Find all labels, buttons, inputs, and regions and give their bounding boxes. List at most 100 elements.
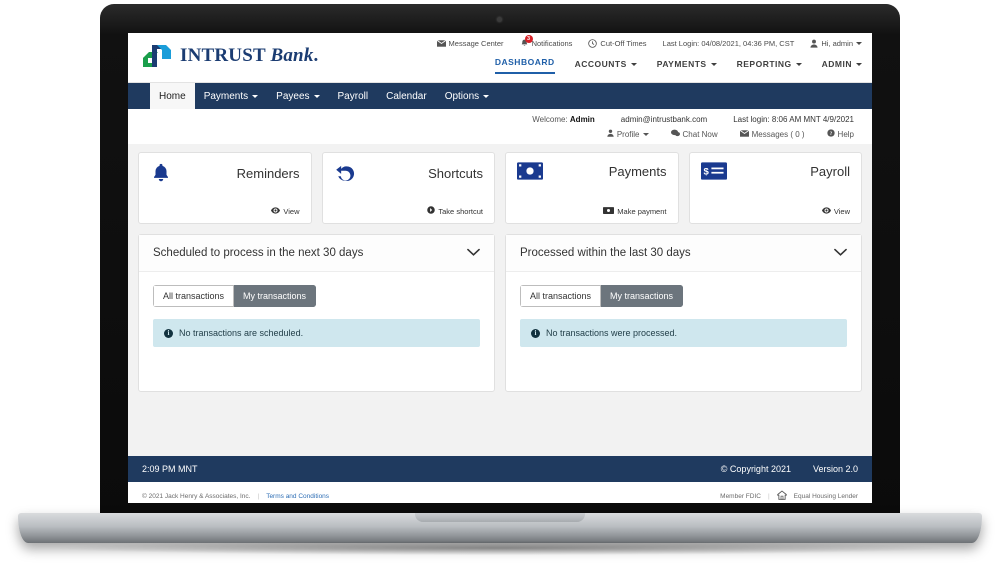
welcome-profile-link[interactable]: Profile [607,129,649,139]
nav-dashboard[interactable]: DASHBOARD [494,57,555,74]
nav-label: DASHBOARD [494,57,555,67]
card-action-label: View [833,207,850,216]
bell-icon [150,162,172,184]
info-icon: i [531,328,540,338]
envelope-icon [436,40,446,47]
transaction-panels: Scheduled to process in the next 30 days… [138,234,862,392]
subnav-label: Calendar [386,90,427,102]
house-icon [776,490,787,502]
bell-icon: 3 [520,35,533,48]
check-invoice-icon: $ [700,162,727,180]
panel-body: All transactions My transactions i No tr… [506,272,861,360]
panel-processed: Processed within the last 30 days All tr… [505,234,862,392]
subnav-payees[interactable]: Payees [267,83,328,109]
clock-icon [588,39,598,48]
link-label: Profile [616,129,640,139]
panel-header[interactable]: Scheduled to process in the next 30 days [139,235,494,272]
util-label: Message Center [448,39,504,48]
nav-reporting[interactable]: REPORTING [737,59,802,74]
footer-divider: | [767,492,770,500]
card-payments[interactable]: Payments Make payment [505,152,679,224]
utility-navigation: Message Center 3 Notifications Cut-Off T… [436,35,862,48]
browser-page: INTRUST Bank. Message Center 3 Notificat… [128,33,872,503]
help-icon: ? [826,129,835,139]
laptop-screen: INTRUST Bank. Message Center 3 Notificat… [128,33,872,503]
card-reminders[interactable]: Reminders View [138,152,312,224]
link-label: Help [837,129,854,139]
intrust-logo-mark [140,42,174,70]
laptop-shadow [60,541,940,555]
subnav-payroll[interactable]: Payroll [329,83,378,109]
card-title: Reminders [236,165,300,181]
subnav-label: Payroll [337,90,369,102]
chevron-down-icon [642,132,649,136]
welcome-chat-link[interactable]: Chat Now [670,129,718,139]
welcome-username: Admin [569,115,595,124]
primary-navigation: DASHBOARD ACCOUNTS PAYMENTS REPORTING AD… [494,57,862,74]
card-action-take-shortcut[interactable]: Take shortcut [427,206,483,216]
footer-copyright: © Copyright 2021 [720,464,791,474]
chat-icon [670,129,680,139]
util-cut-off-times[interactable]: Cut-Off Times [588,39,647,48]
svg-text:?: ? [829,131,832,137]
nav-label: ACCOUNTS [574,59,627,69]
tab-all-transactions[interactable]: All transactions [520,285,602,307]
panel-header[interactable]: Processed within the last 30 days [506,235,861,272]
card-action-make-payment[interactable]: Make payment [603,207,667,216]
footer-version: Version 2.0 [812,464,858,474]
arrow-circle-right-icon [427,206,436,216]
equal-housing-text: Equal Housing Lender [793,492,858,500]
chevron-down-icon [856,62,862,66]
util-label: Notifications [531,39,573,48]
empty-state-alert: i No transactions were processed. [520,319,847,347]
util-message-center[interactable]: Message Center [436,39,504,48]
panel-scheduled: Scheduled to process in the next 30 days… [138,234,495,392]
subnav-options[interactable]: Options [436,83,498,109]
welcome-bar: Welcome: Admin admin@intrustbank.com Las… [128,109,872,144]
chevron-down-icon [795,62,802,66]
eye-icon [821,207,831,216]
chevron-down-icon[interactable] [467,244,480,262]
nav-payments[interactable]: PAYMENTS [657,59,717,74]
subnav-home[interactable]: Home [150,83,195,109]
jha-copyright: © 2021 Jack Henry & Associates, Inc. [142,492,251,500]
util-label: Hi, admin [821,39,853,48]
subnav-label: Options [444,90,480,102]
nav-label: REPORTING [736,59,792,69]
tab-my-transactions[interactable]: My transactions [601,285,684,307]
util-notifications[interactable]: 3 Notifications [520,35,573,48]
card-action-view-payroll[interactable]: View [821,207,850,216]
alert-text: No transactions are scheduled. [179,328,304,338]
subnav-payments[interactable]: Payments [195,83,267,109]
money-bill-icon [517,162,543,180]
subnav-calendar[interactable]: Calendar [377,83,436,109]
intrust-bank-logo[interactable]: INTRUST Bank. [140,42,318,70]
card-shortcuts[interactable]: Shortcuts Take shortcut [321,152,495,224]
tab-all-transactions[interactable]: All transactions [153,285,235,307]
info-icon: i [164,328,173,338]
card-action-view[interactable]: View [271,207,300,216]
welcome-email: admin@intrustbank.com [620,115,708,124]
nav-label: ADMIN [821,59,852,69]
util-user-menu[interactable]: Hi, admin [810,39,862,48]
shortcut-cards: Reminders View Shortcuts Take shortcut P… [138,152,862,224]
transaction-filter-toggle: All transactions My transactions [153,285,317,307]
welcome-help-link[interactable]: ? Help [826,129,854,139]
card-action-label: View [283,207,300,216]
card-payroll[interactable]: $ Payroll View [688,152,862,224]
laptop-mockup: INTRUST Bank. Message Center 3 Notificat… [0,0,1000,565]
app-footer-bar: 2:09 PM MNT © Copyright 2021 Version 2.0 [128,456,872,482]
chevron-down-icon [252,94,259,98]
terms-and-conditions-link[interactable]: Terms and Conditions [266,493,329,500]
chevron-down-icon[interactable] [834,244,847,262]
transaction-filter-toggle: All transactions My transactions [520,285,684,307]
nav-admin[interactable]: ADMIN [822,59,862,74]
card-title: Payments [608,163,667,179]
welcome-messages-link[interactable]: Messages ( 0 ) [739,129,805,139]
money-bill-icon [603,207,615,216]
welcome-label: Welcome: [532,115,568,124]
nav-accounts[interactable]: ACCOUNTS [575,59,637,74]
tab-my-transactions[interactable]: My transactions [234,285,317,307]
chevron-down-icon [856,42,862,45]
undo-arrow-icon [334,162,356,184]
